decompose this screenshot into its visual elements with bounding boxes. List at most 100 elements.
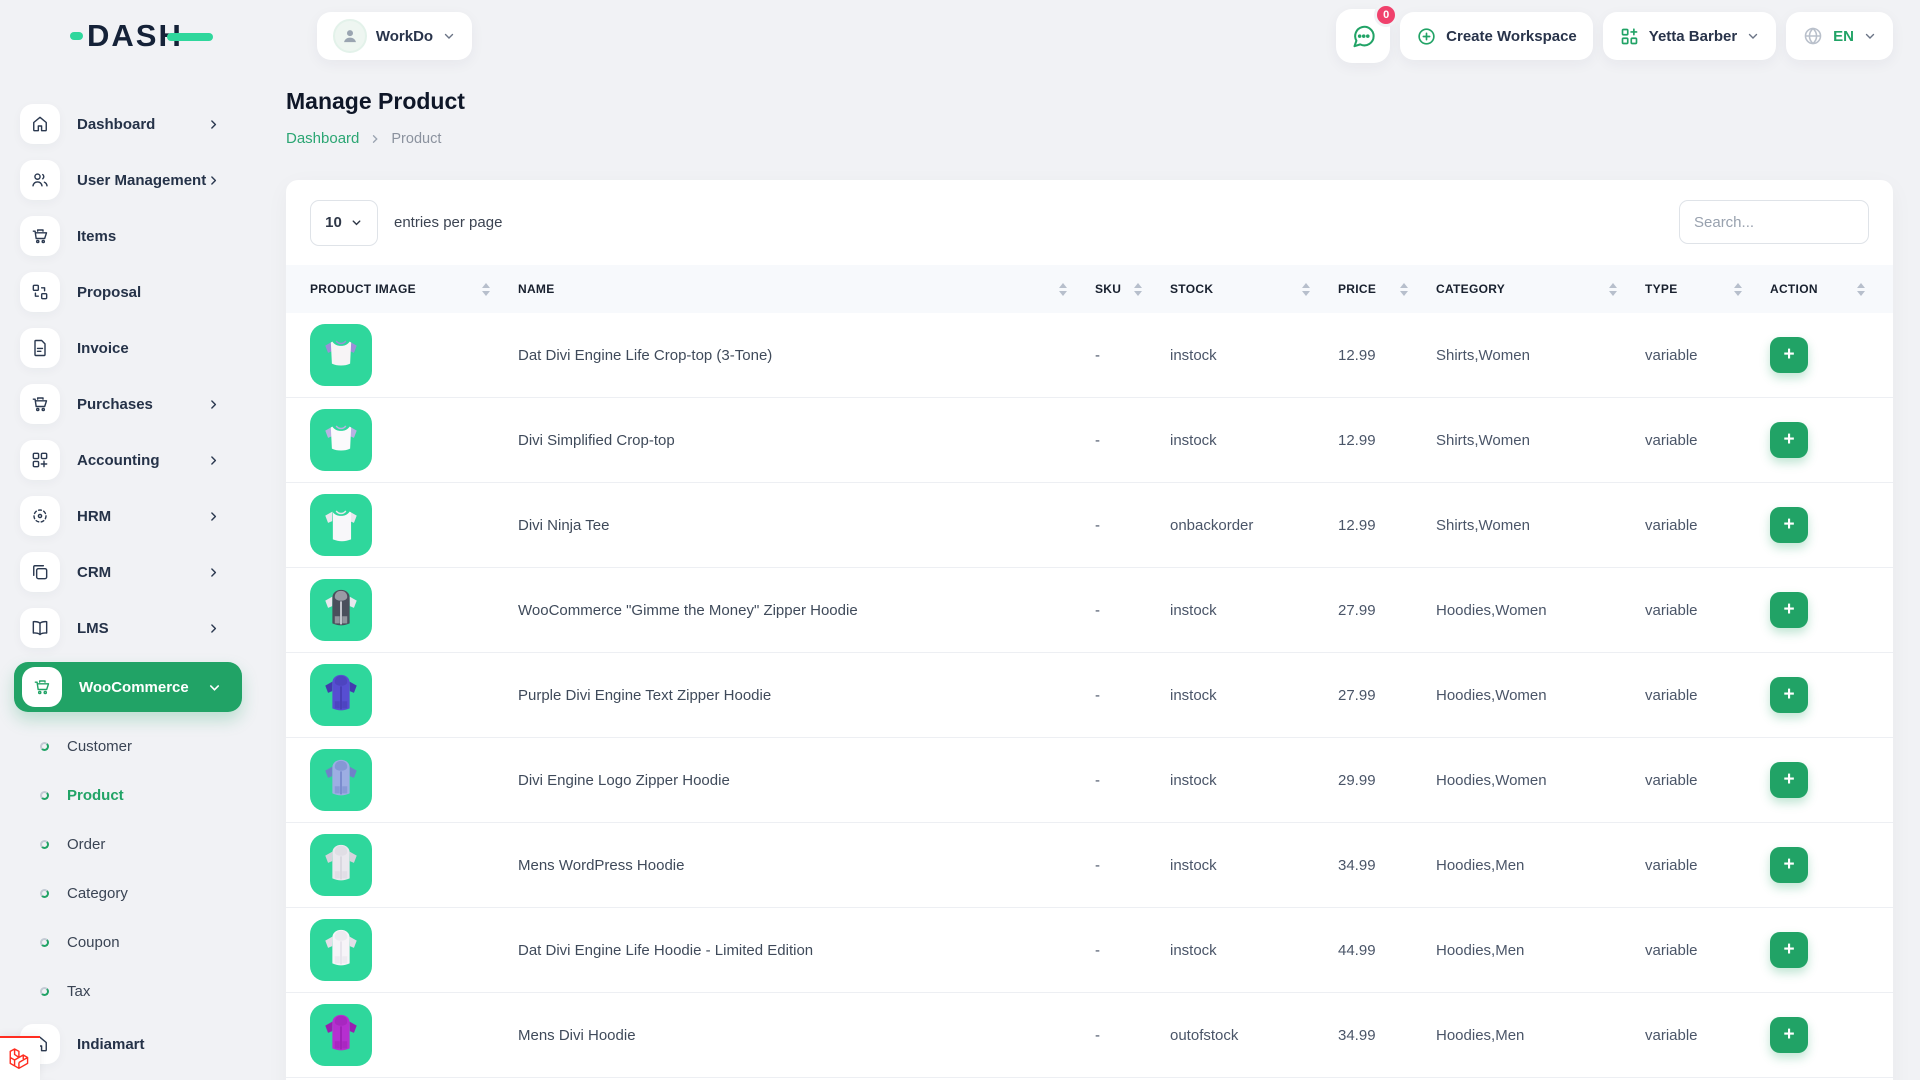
chevron-right-icon (207, 174, 220, 187)
product-stock: instock (1170, 687, 1338, 704)
sort-icon[interactable] (1134, 283, 1142, 296)
sidebar-item-proposal[interactable]: Proposal (0, 264, 262, 320)
column-header-sku[interactable]: SKU (1095, 282, 1170, 296)
product-image[interactable] (310, 494, 372, 556)
workspace-name: WorkDo (376, 28, 433, 45)
sidebar-subitem-product[interactable]: Product (0, 771, 262, 820)
messages-button[interactable]: 0 (1336, 9, 1390, 63)
add-action-button[interactable]: + (1770, 932, 1808, 968)
sidebar-item-woocommerce[interactable]: WooCommerce (14, 662, 242, 712)
column-header-name[interactable]: NAME (518, 282, 1095, 296)
breadcrumb-dashboard-link[interactable]: Dashboard (286, 130, 359, 147)
sidebar-subitem-category[interactable]: Category (0, 869, 262, 918)
user-menu[interactable]: Yetta Barber (1603, 12, 1776, 60)
product-table-card: 10 entries per page PRODUCT IMAGE NAME S… (286, 180, 1893, 1080)
add-action-button[interactable]: + (1770, 762, 1808, 798)
product-image[interactable] (310, 834, 372, 896)
sort-icon[interactable] (1734, 283, 1742, 296)
column-header-label: PRODUCT IMAGE (310, 282, 416, 296)
search-input[interactable] (1679, 200, 1869, 244)
sidebar-subitem-order[interactable]: Order (0, 820, 262, 869)
proposal-icon (20, 272, 60, 312)
column-header-action[interactable]: ACTION (1770, 282, 1893, 296)
add-action-button[interactable]: + (1770, 592, 1808, 628)
sidebar-item-crm[interactable]: CRM (0, 544, 262, 600)
product-category: Hoodies,Men (1436, 857, 1645, 874)
sidebar-subitem-tax[interactable]: Tax (0, 967, 262, 1016)
sidebar-item-label: HRM (77, 508, 207, 525)
product-image[interactable] (310, 664, 372, 726)
column-header-category[interactable]: CATEGORY (1436, 282, 1645, 296)
column-header-label: ACTION (1770, 282, 1818, 296)
product-image[interactable] (310, 409, 372, 471)
sort-icon[interactable] (1059, 283, 1067, 296)
sort-icon[interactable] (1609, 283, 1617, 296)
sort-icon[interactable] (1400, 283, 1408, 296)
sort-icon[interactable] (1857, 283, 1865, 296)
product-image[interactable] (310, 1004, 372, 1066)
product-category: Hoodies,Women (1436, 772, 1645, 789)
column-header-stock[interactable]: STOCK (1170, 282, 1338, 296)
laravel-icon (7, 1046, 33, 1072)
cart-icon (22, 667, 62, 707)
product-category: Hoodies,Men (1436, 1027, 1645, 1044)
sidebar: Dashboard User Management Items Proposal… (0, 72, 262, 1080)
add-action-button[interactable]: + (1770, 847, 1808, 883)
chat-bubble-icon (1350, 23, 1377, 50)
product-image[interactable] (310, 324, 372, 386)
create-workspace-button[interactable]: Create Workspace (1400, 12, 1593, 60)
product-image[interactable] (310, 919, 372, 981)
add-action-button[interactable]: + (1770, 422, 1808, 458)
sidebar-item-lms[interactable]: LMS (0, 600, 262, 656)
product-price: 12.99 (1338, 347, 1436, 364)
language-selector[interactable]: EN (1786, 12, 1893, 60)
add-action-button[interactable]: + (1770, 337, 1808, 373)
chevron-right-icon (207, 454, 220, 467)
workspace-switcher[interactable]: WorkDo (317, 12, 472, 60)
add-action-button[interactable]: + (1770, 1017, 1808, 1053)
sidebar-item-invoice[interactable]: Invoice (0, 320, 262, 376)
sidebar-item-dashboard[interactable]: Dashboard (0, 96, 262, 152)
chevron-right-icon (207, 510, 220, 523)
product-price: 29.99 (1338, 772, 1436, 789)
add-action-button[interactable]: + (1770, 507, 1808, 543)
laravel-debugbar-button[interactable] (0, 1036, 40, 1080)
add-action-button[interactable]: + (1770, 677, 1808, 713)
column-header-label: CATEGORY (1436, 282, 1505, 296)
sidebar-item-accounting[interactable]: Accounting (0, 432, 262, 488)
product-name: Dat Divi Engine Life Hoodie - Limited Ed… (518, 942, 1095, 959)
product-sku: - (1095, 772, 1170, 789)
product-type: variable (1645, 347, 1770, 364)
product-image[interactable] (310, 749, 372, 811)
notification-badge: 0 (1374, 3, 1398, 27)
column-header-price[interactable]: PRICE (1338, 282, 1436, 296)
column-header-product-image[interactable]: PRODUCT IMAGE (310, 282, 518, 296)
sidebar-item-purchases[interactable]: Purchases (0, 376, 262, 432)
sort-icon[interactable] (482, 283, 490, 296)
product-price: 44.99 (1338, 942, 1436, 959)
brand-logo[interactable]: DASH (70, 18, 213, 54)
product-stock: instock (1170, 602, 1338, 619)
product-sku: - (1095, 347, 1170, 364)
sidebar-item-label: Indiamart (77, 1036, 262, 1053)
product-name: WooCommerce "Gimme the Money" Zipper Hoo… (518, 602, 1095, 619)
sidebar-item-user-management[interactable]: User Management (0, 152, 262, 208)
product-sku: - (1095, 942, 1170, 959)
column-header-type[interactable]: TYPE (1645, 282, 1770, 296)
sidebar-item-hrm[interactable]: HRM (0, 488, 262, 544)
chevron-down-icon (442, 29, 456, 43)
sidebar-subitem-customer[interactable]: Customer (0, 722, 262, 771)
sort-icon[interactable] (1302, 283, 1310, 296)
product-image[interactable] (310, 579, 372, 641)
sidebar-subitem-coupon[interactable]: Coupon (0, 918, 262, 967)
entries-value: 10 (325, 214, 342, 231)
logo-bar-icon (167, 33, 213, 41)
product-stock: instock (1170, 432, 1338, 449)
sidebar-subitem-label: Order (67, 836, 105, 853)
table-row: Divi Simplified Crop-top - instock 12.99… (286, 398, 1893, 483)
entries-per-page-select[interactable]: 10 (310, 200, 378, 246)
table-row: Divi Engine Logo Zipper Hoodie - instock… (286, 738, 1893, 823)
sidebar-item-items[interactable]: Items (0, 208, 262, 264)
product-sku: - (1095, 1027, 1170, 1044)
column-header-label: TYPE (1645, 282, 1678, 296)
